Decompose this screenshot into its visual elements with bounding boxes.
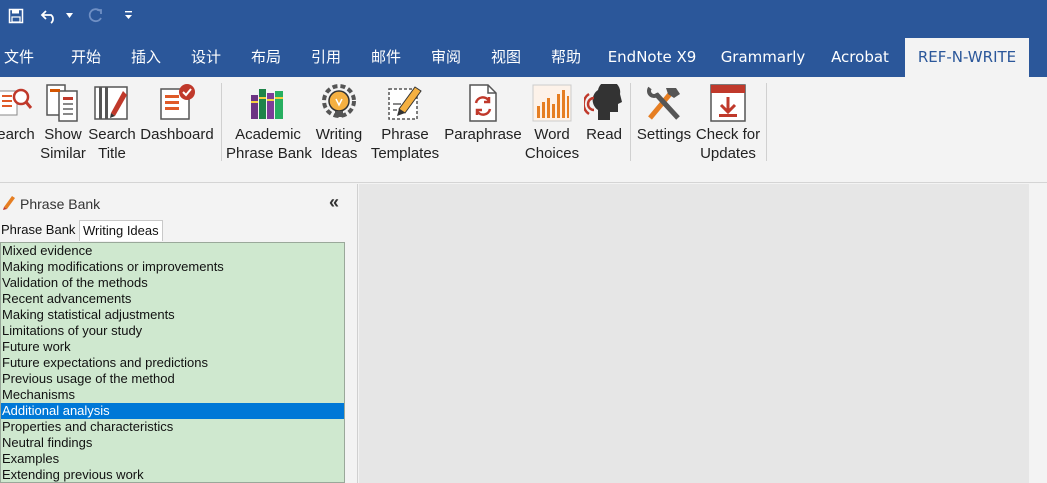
tab-mailings[interactable]: 邮件 — [362, 38, 410, 77]
ribbon: earch Show Similar Search Title Dashboar… — [0, 77, 1047, 183]
document-area[interactable] — [359, 184, 1029, 483]
tab-acrobat[interactable]: Acrobat — [822, 38, 898, 77]
undo-dropdown-icon[interactable] — [66, 13, 73, 18]
redo-icon[interactable] — [86, 8, 104, 24]
tab-review[interactable]: 审阅 — [422, 38, 470, 77]
word-choices-button[interactable]: Word Choices — [524, 81, 580, 163]
ribbon-separator — [766, 83, 767, 161]
check-updates-label-1: Check for — [695, 126, 761, 143]
list-item[interactable]: Future expectations and predictions — [1, 355, 344, 371]
tab-help[interactable]: 帮助 — [542, 38, 590, 77]
list-item[interactable]: Validation of the methods — [1, 275, 344, 291]
collapse-pane-icon[interactable]: « — [329, 192, 339, 213]
ribbon-separator — [221, 83, 222, 161]
tab-writing-ideas[interactable]: Writing Ideas — [79, 220, 163, 241]
title-bar — [0, 0, 1047, 38]
paraphrase-label: Paraphrase — [444, 126, 522, 143]
tab-view[interactable]: 视图 — [482, 38, 530, 77]
writing-ideas-button[interactable]: Writing Ideas — [312, 81, 366, 163]
list-item[interactable]: Extending previous work — [1, 467, 344, 482]
search-icon — [0, 81, 36, 125]
search-title-label-1: Search — [88, 126, 136, 143]
read-button[interactable]: Read — [582, 81, 626, 144]
tab-phrase-bank[interactable]: Phrase Bank — [0, 220, 78, 240]
phrase-templates-label-2: Templates — [370, 145, 440, 162]
list-item[interactable]: Making modifications or improvements — [1, 259, 344, 275]
dashboard-icon — [138, 81, 216, 125]
tab-endnote[interactable]: EndNote X9 — [600, 38, 704, 77]
tab-ref-n-write[interactable]: REF-N-WRITE — [905, 38, 1029, 77]
settings-button[interactable]: Settings — [634, 81, 694, 144]
academic-phrase-bank-label-2: Phrase Bank — [226, 145, 312, 162]
pencil-icon — [2, 194, 16, 213]
tools-icon — [634, 81, 694, 125]
show-similar-label-1: Show — [44, 126, 82, 143]
books-icon — [226, 81, 310, 125]
phrase-templates-button[interactable]: Phrase Templates — [368, 81, 442, 163]
tab-file[interactable]: 文件 — [0, 38, 38, 77]
speaking-head-icon — [582, 81, 626, 125]
academic-phrase-bank-button[interactable]: Academic Phrase Bank — [226, 81, 312, 163]
ribbon-separator — [630, 83, 631, 161]
search-title-label-2: Title — [98, 145, 126, 162]
dashboard-button[interactable]: Dashboard — [138, 81, 216, 144]
search-label: earch — [0, 126, 35, 143]
list-item[interactable]: Making statistical adjustments — [1, 307, 344, 323]
list-item[interactable]: Mixed evidence — [1, 243, 344, 259]
customize-arrow-icon[interactable] — [124, 11, 133, 20]
ribbon-tab-bar: 文件 开始 插入 设计 布局 引用 邮件 审阅 视图 帮助 EndNote X9… — [0, 38, 1047, 77]
paraphrase-icon — [444, 81, 522, 125]
template-pencil-icon — [368, 81, 442, 125]
show-similar-label-2: Similar — [40, 145, 86, 162]
right-margin-strip — [1029, 184, 1047, 483]
tab-references[interactable]: 引用 — [302, 38, 350, 77]
search-title-button[interactable]: Search Title — [88, 81, 136, 163]
list-item[interactable]: Future work — [1, 339, 344, 355]
pane-title-text: Phrase Bank — [20, 195, 101, 212]
writing-ideas-list[interactable]: Mixed evidence Making modifications or i… — [0, 242, 345, 483]
list-item[interactable]: Mechanisms — [1, 387, 344, 403]
word-choices-label-1: Word — [534, 126, 570, 143]
list-item[interactable]: Properties and characteristics — [1, 419, 344, 435]
settings-label: Settings — [636, 126, 692, 143]
check-updates-button[interactable]: Check for Updates — [694, 81, 762, 163]
writing-ideas-label-1: Writing — [315, 126, 363, 143]
tab-design[interactable]: 设计 — [182, 38, 230, 77]
writing-ideas-label-2: Ideas — [320, 145, 358, 162]
list-item-selected[interactable]: Additional analysis — [1, 403, 344, 419]
save-icon[interactable] — [8, 8, 24, 24]
show-similar-icon — [38, 81, 88, 125]
search-button[interactable]: earch — [0, 81, 36, 144]
read-label: Read — [586, 126, 622, 143]
search-title-icon — [88, 81, 136, 125]
list-item[interactable]: Neutral findings — [1, 435, 344, 451]
tab-grammarly[interactable]: Grammarly — [714, 38, 812, 77]
phrase-templates-label-1: Phrase — [381, 126, 429, 143]
tab-home[interactable]: 开始 — [62, 38, 110, 77]
tab-insert[interactable]: 插入 — [122, 38, 170, 77]
academic-phrase-bank-label-1: Academic — [235, 126, 301, 143]
tab-layout[interactable]: 布局 — [242, 38, 290, 77]
check-updates-label-2: Updates — [700, 145, 756, 162]
list-item[interactable]: Previous usage of the method — [1, 371, 344, 387]
pane-title: Phrase Bank — [2, 194, 100, 213]
dashboard-label: Dashboard — [140, 126, 214, 143]
list-item[interactable]: Recent advancements — [1, 291, 344, 307]
list-item[interactable]: Limitations of your study — [1, 323, 344, 339]
word-choices-label-2: Choices — [524, 145, 580, 162]
phrase-bank-pane: Phrase Bank « Phrase Bank Writing Ideas … — [0, 184, 358, 483]
list-item[interactable]: Examples — [1, 451, 344, 467]
paraphrase-button[interactable]: Paraphrase — [444, 81, 522, 144]
bar-chart-icon — [524, 81, 580, 125]
lightbulb-gear-icon — [312, 81, 366, 125]
undo-icon[interactable] — [40, 8, 60, 24]
download-update-icon — [694, 81, 762, 125]
show-similar-button[interactable]: Show Similar — [38, 81, 88, 163]
